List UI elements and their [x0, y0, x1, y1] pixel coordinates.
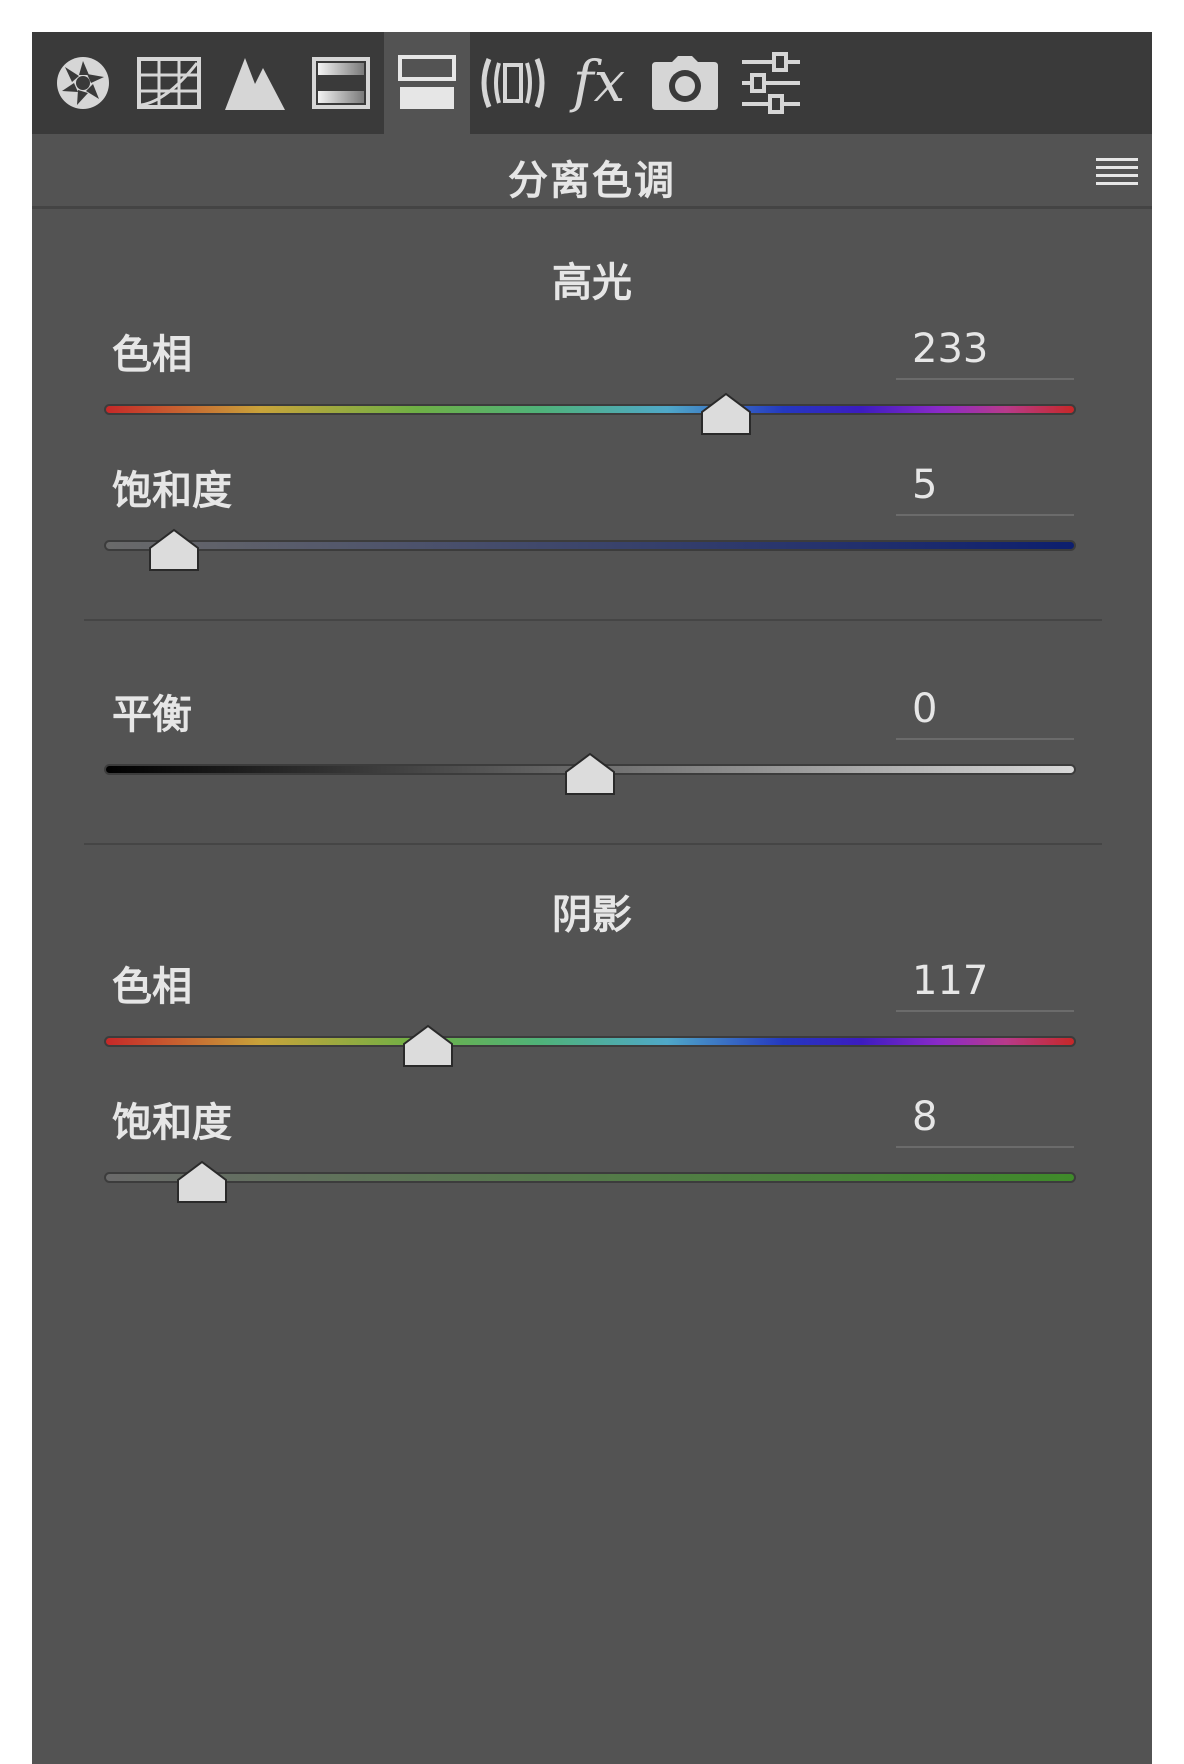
- shadows-hue-slider[interactable]: [104, 1036, 1076, 1047]
- tool-split-toning[interactable]: [384, 32, 470, 134]
- shadows-hue-value[interactable]: 117: [896, 954, 1074, 1012]
- highlights-hue-label: 色相: [112, 332, 192, 378]
- lens-icon: [481, 58, 545, 108]
- balance-label: 平衡: [112, 692, 192, 738]
- hamburger-icon[interactable]: [1096, 156, 1138, 188]
- aperture-icon: [57, 57, 109, 109]
- tool-tone-curve[interactable]: [126, 32, 212, 134]
- divider: [84, 619, 1102, 621]
- tool-camera-calibration[interactable]: [642, 32, 728, 134]
- highlights-saturation-thumb[interactable]: [148, 528, 200, 572]
- tool-basic[interactable]: [40, 32, 126, 134]
- highlights-saturation-label: 饱和度: [112, 468, 232, 514]
- highlights-heading: 高光: [552, 260, 632, 306]
- highlights-hue-value[interactable]: 233: [896, 322, 1074, 380]
- tool-detail[interactable]: [212, 32, 298, 134]
- panel-title: 分离色调: [508, 158, 676, 204]
- split-toning-icon: [398, 55, 456, 109]
- highlights-saturation-value[interactable]: 5: [896, 458, 1074, 516]
- highlights-saturation-slider[interactable]: [104, 540, 1076, 551]
- divider: [84, 843, 1102, 845]
- balance-value[interactable]: 0: [896, 682, 1074, 740]
- shadows-hue-thumb[interactable]: [402, 1024, 454, 1068]
- gradient-icon: [312, 57, 370, 109]
- highlights-hue-thumb[interactable]: [700, 392, 752, 436]
- shadows-saturation-thumb[interactable]: [176, 1160, 228, 1204]
- balance-thumb[interactable]: [564, 752, 616, 796]
- sliders-icon: [742, 52, 800, 114]
- shadows-heading: 阴影: [552, 892, 632, 938]
- camera-icon: [652, 56, 718, 110]
- highlights-hue-slider[interactable]: [104, 404, 1076, 415]
- split-toning-panel: fx 分离色调 高光 色相 233 饱和度 5 平衡 0 阴影 色相 117 饱…: [32, 32, 1152, 1764]
- grid-icon: [137, 57, 201, 109]
- shadows-saturation-value[interactable]: 8: [896, 1090, 1074, 1148]
- shadows-saturation-label: 饱和度: [112, 1100, 232, 1146]
- tool-effects[interactable]: fx: [556, 32, 642, 134]
- tool-presets[interactable]: [728, 32, 814, 134]
- mountain-icon: [225, 58, 285, 110]
- tool-lens-corrections[interactable]: [470, 32, 556, 134]
- panel-toolbar: fx: [32, 32, 1152, 134]
- tool-hsl[interactable]: [298, 32, 384, 134]
- shadows-hue-label: 色相: [112, 964, 192, 1010]
- panel-header: 分离色调: [32, 134, 1152, 209]
- fx-icon: fx: [572, 50, 626, 115]
- shadows-saturation-slider[interactable]: [104, 1172, 1076, 1183]
